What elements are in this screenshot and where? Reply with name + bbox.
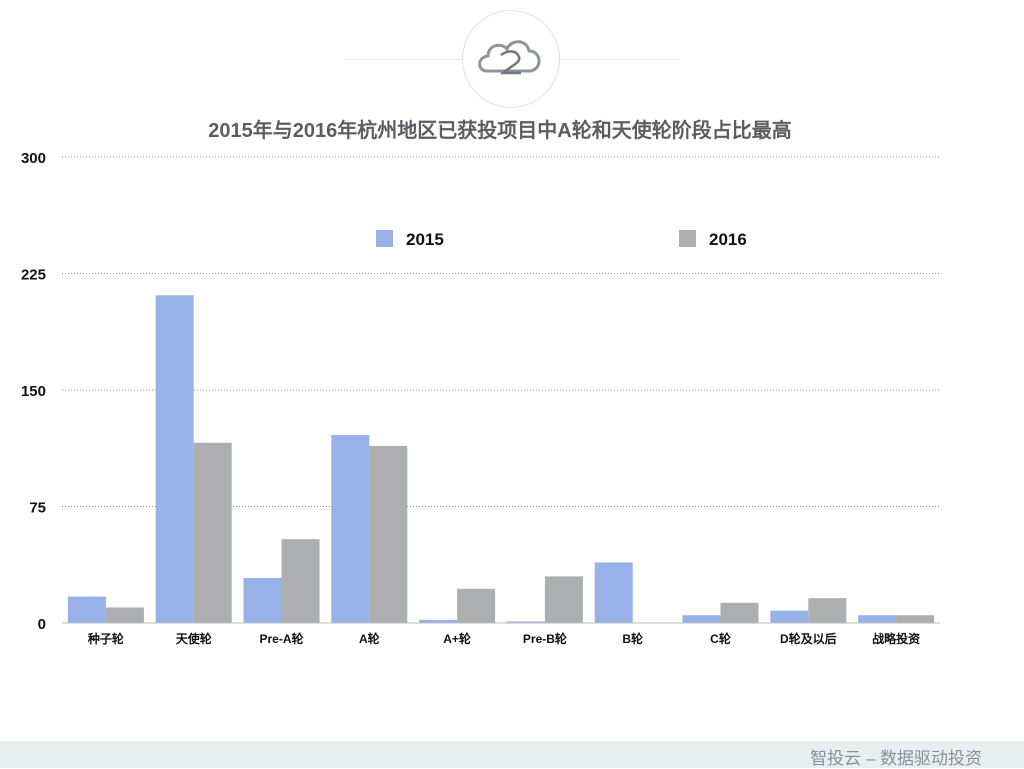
x-tick-label: A轮 xyxy=(359,631,381,646)
legend-swatch-2016 xyxy=(679,230,696,247)
bar-2016 xyxy=(281,539,320,623)
bar-2016 xyxy=(896,615,935,623)
bar-2016 xyxy=(457,588,496,623)
bar-2015 xyxy=(770,610,809,623)
bar-2015 xyxy=(594,562,633,623)
bar-2016 xyxy=(105,607,144,623)
x-tick-label: 战略投资 xyxy=(872,631,920,646)
bar-2015 xyxy=(67,596,106,623)
bar-2015 xyxy=(331,435,370,623)
bar-2016 xyxy=(720,602,759,623)
footer-bar: 智投云 – 数据驱动投资 xyxy=(0,741,1024,768)
x-tick-label: C轮 xyxy=(710,631,732,646)
footer-slogan: 智投云 – 数据驱动投资 xyxy=(810,749,982,768)
bar-2015 xyxy=(243,577,282,623)
legend-label: 2015 xyxy=(406,230,444,249)
bar-2016 xyxy=(544,576,583,623)
y-tick-label: 150 xyxy=(21,383,46,400)
bar-2016 xyxy=(808,598,847,623)
y-tick-label: 0 xyxy=(38,616,46,633)
legend-swatch-2015 xyxy=(376,230,393,247)
bar-2016 xyxy=(193,442,232,623)
y-tick-label: 300 xyxy=(21,150,46,167)
x-tick-label: A+轮 xyxy=(443,631,472,646)
y-tick-label: 75 xyxy=(29,500,46,517)
x-tick-label: Pre-A轮 xyxy=(259,631,304,646)
x-tick-label: 种子轮 xyxy=(87,631,125,646)
bar-2015 xyxy=(682,615,721,623)
bar-2015 xyxy=(858,615,897,623)
legend-label: 2016 xyxy=(709,230,747,249)
x-tick-label: Pre-B轮 xyxy=(523,631,568,646)
x-tick-label: D轮及以后 xyxy=(780,631,837,646)
x-tick-label: 天使轮 xyxy=(176,631,213,646)
y-tick-label: 225 xyxy=(21,267,46,284)
bar-2016 xyxy=(369,445,408,623)
bar-2015 xyxy=(155,295,194,623)
x-tick-label: B轮 xyxy=(622,631,644,646)
bar-chart: 0 75 150 225 300 种子轮 天使轮 Pre-A轮 A轮 A+轮 Pre-B轮 B轮 C轮 D… xyxy=(21,150,940,646)
